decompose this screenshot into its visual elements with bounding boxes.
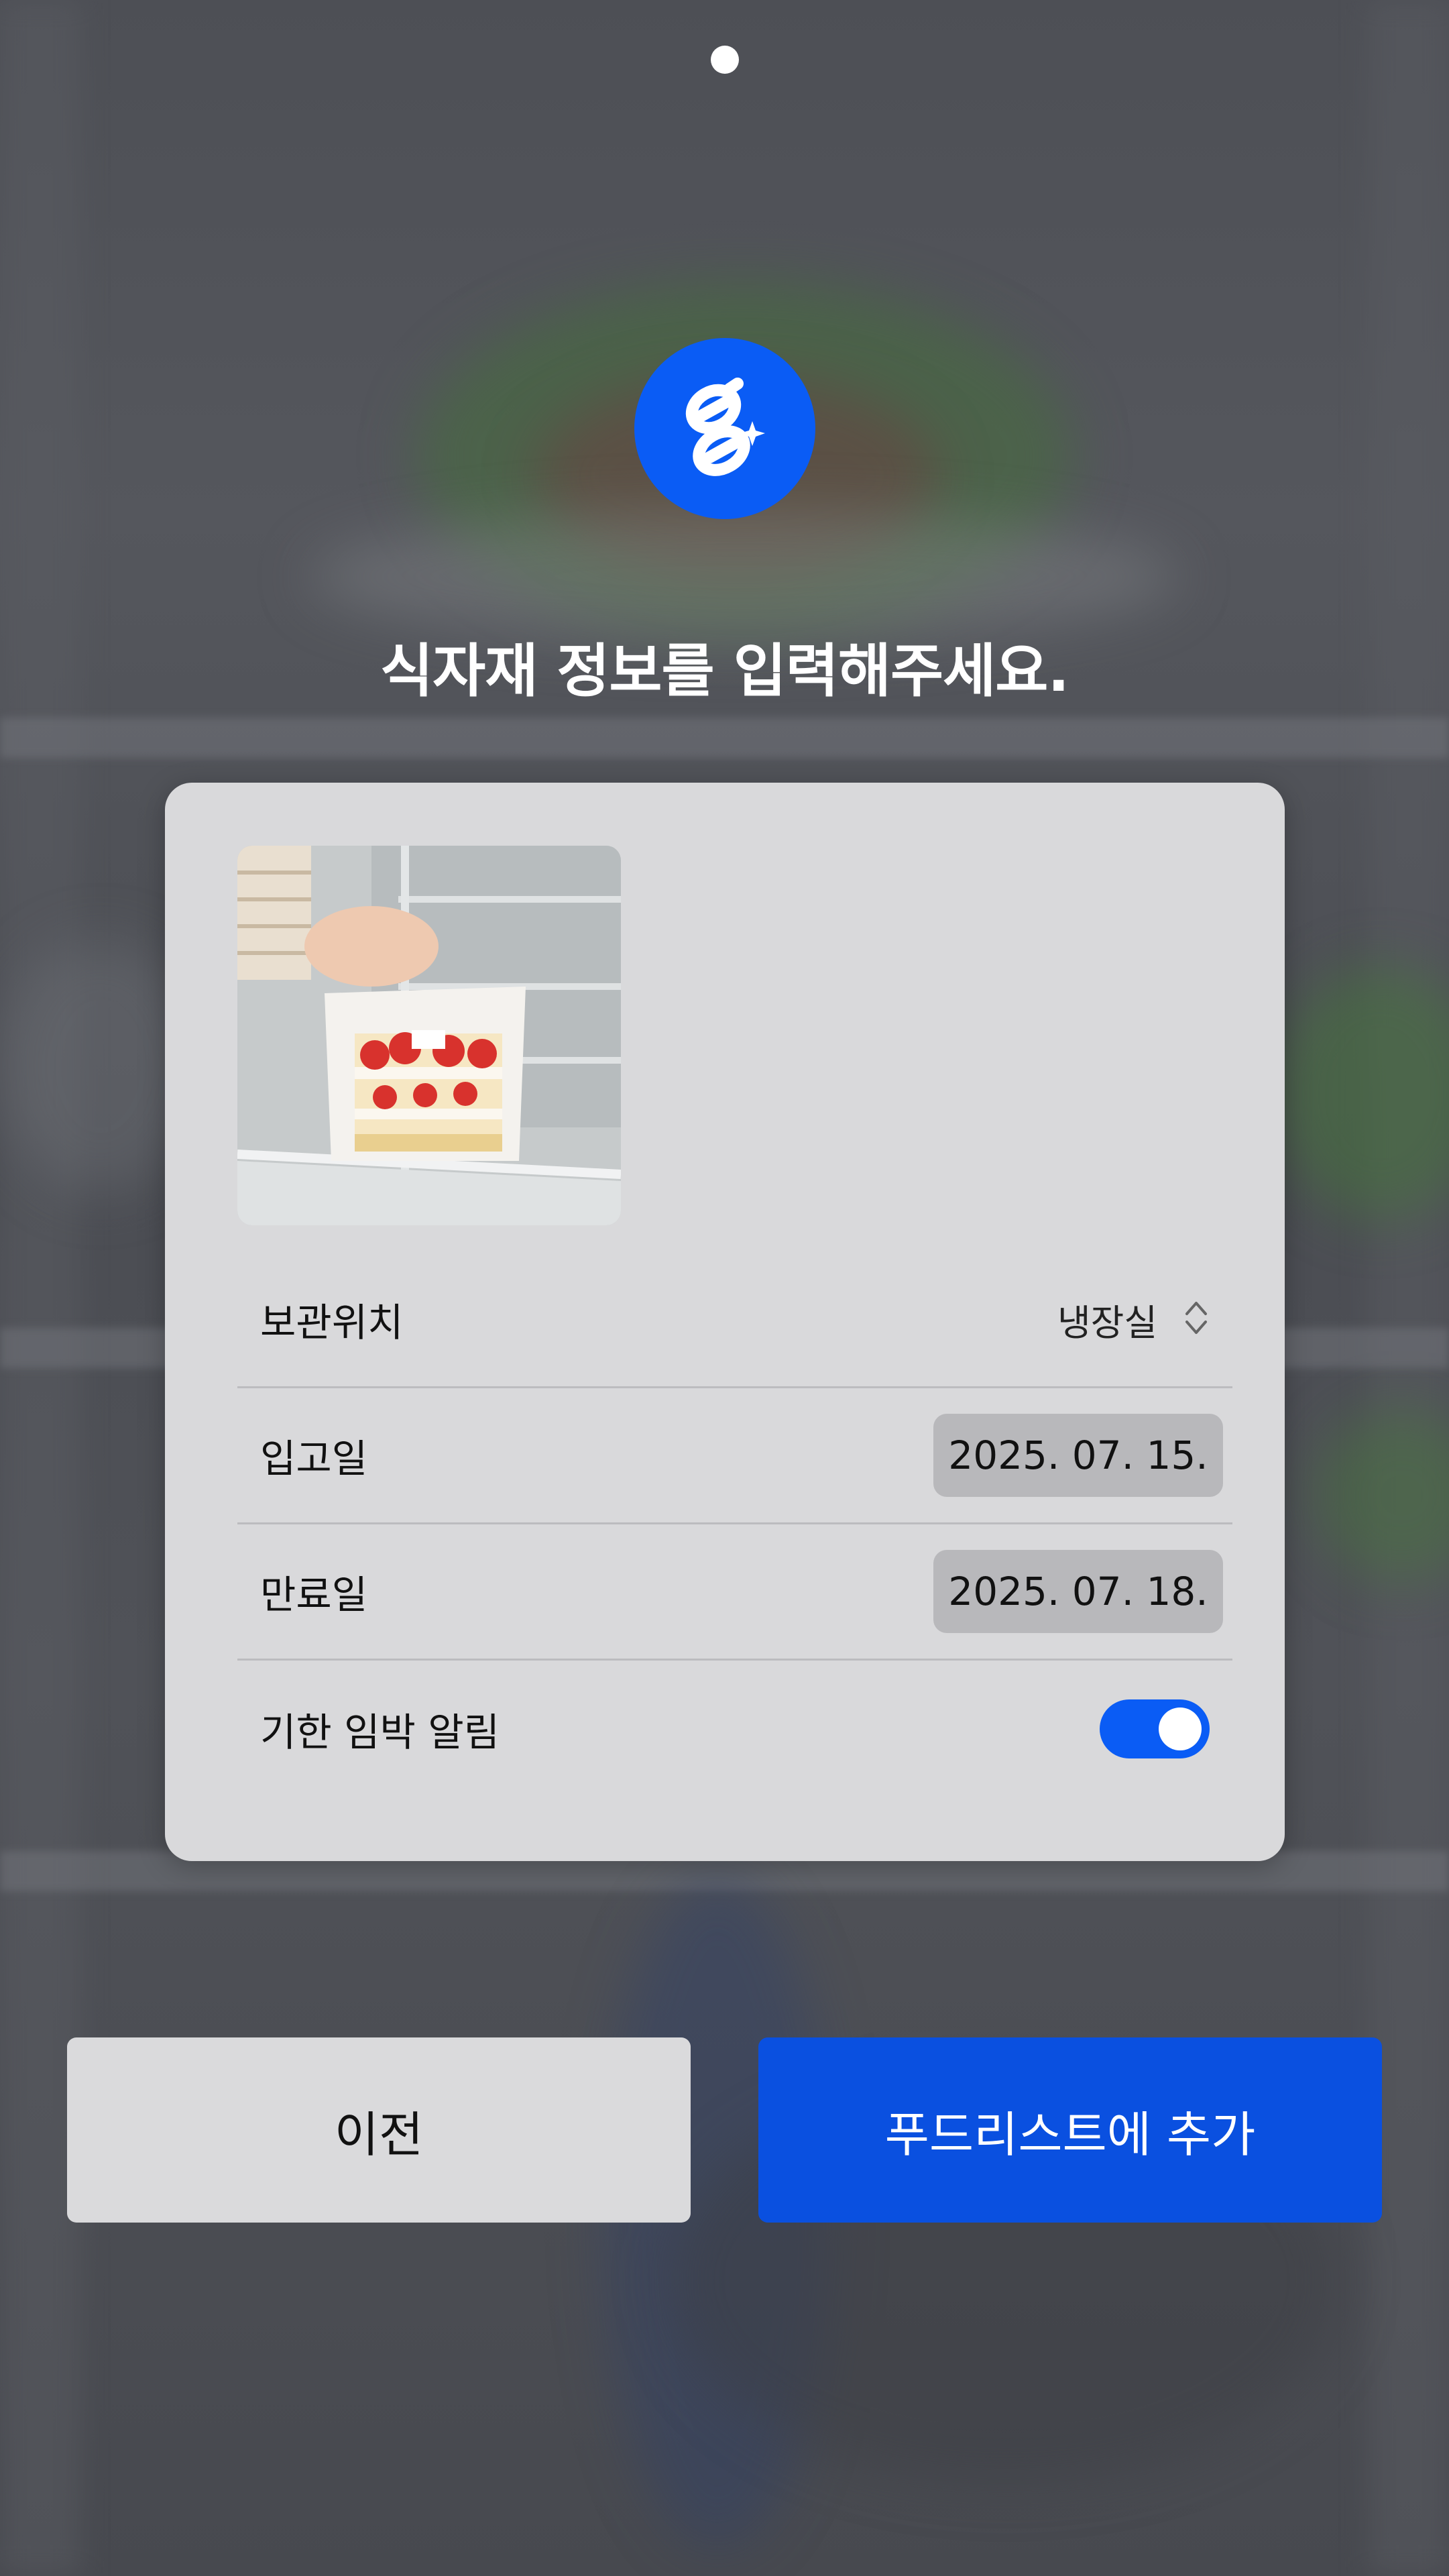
- previous-button[interactable]: 이전: [67, 2037, 691, 2223]
- expiry-date-picker[interactable]: 2025. 07. 18.: [933, 1550, 1223, 1633]
- food-photo[interactable]: [237, 846, 621, 1225]
- storage-location-label: 보관위치: [260, 1300, 404, 1345]
- app-logo-icon: [634, 338, 815, 519]
- expiry-alert-row: 기한 임박 알림: [237, 1661, 1232, 1797]
- stock-date-row: 입고일 2025. 07. 15.: [237, 1388, 1232, 1524]
- expiry-alert-label: 기한 임박 알림: [260, 1709, 500, 1755]
- storage-location-row[interactable]: 보관위치 냉장실: [237, 1252, 1232, 1388]
- page-title: 식자재 정보를 입력해주세요.: [380, 638, 1069, 705]
- stock-date-label: 입고일: [260, 1436, 368, 1481]
- stock-date-picker[interactable]: 2025. 07. 15.: [933, 1414, 1223, 1497]
- add-to-food-list-button[interactable]: 푸드리스트에 추가: [758, 2037, 1382, 2223]
- expiry-date-row: 만료일 2025. 07. 18.: [237, 1524, 1232, 1661]
- toggle-knob: [1159, 1707, 1202, 1750]
- expiry-date-label: 만료일: [260, 1572, 368, 1618]
- chevron-up-down-icon[interactable]: [1183, 1298, 1210, 1341]
- expiry-alert-toggle[interactable]: [1100, 1699, 1210, 1758]
- page-indicator-dot: [711, 46, 739, 74]
- storage-location-value[interactable]: 냉장실: [1057, 1293, 1157, 1346]
- food-info-card: 보관위치 냉장실 입고일 2025. 07. 15. 만료일 2025. 07.…: [165, 783, 1285, 1861]
